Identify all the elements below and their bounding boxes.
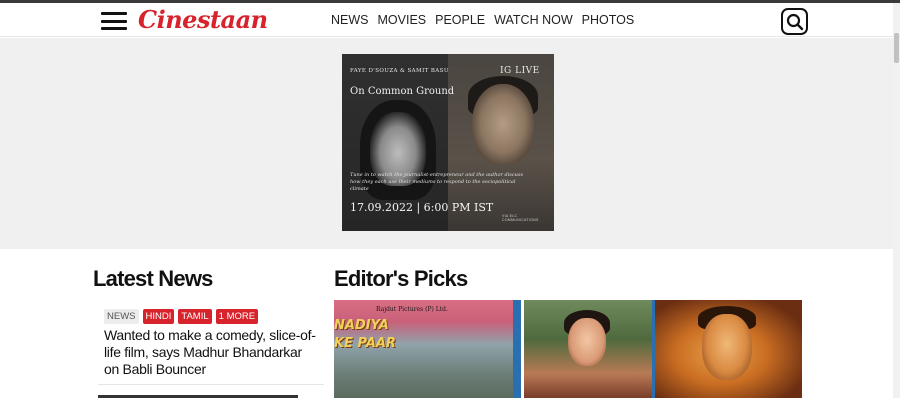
nav-item-photos[interactable]: PHOTOS	[582, 13, 635, 27]
poster-title-line2: KE PAAR	[334, 336, 396, 351]
poster-actress	[568, 318, 606, 366]
editors-pick-card[interactable]: Rajdut Pictures (P) Ltd. NADIYA KE PAAR	[334, 300, 521, 398]
portrait-man	[472, 84, 534, 164]
banner-date-time: 17.09.2022 | 6:00 PM IST	[350, 201, 494, 214]
latest-news-heading: Latest News	[93, 266, 213, 291]
tag-hindi[interactable]: HINDI	[142, 309, 175, 324]
poster-title-line1: NADIYA	[334, 318, 389, 333]
banner-title: On Common Ground	[350, 86, 455, 97]
divider	[98, 384, 324, 385]
nav-item-people[interactable]: PEOPLE	[435, 13, 485, 27]
menu-bar	[101, 27, 127, 30]
banner-description: Tune in to watch the journalist-entrepre…	[350, 172, 524, 192]
page-scrollbar[interactable]	[893, 3, 900, 398]
tag-tamil[interactable]: TAMIL	[178, 309, 212, 324]
editors-pick-card[interactable]	[524, 300, 802, 398]
banner-credit: VIA ELC COMMUNICATIONS	[502, 214, 539, 222]
card-border	[513, 300, 521, 398]
editors-picks-heading: Editor's Picks	[334, 266, 468, 291]
menu-bar	[101, 12, 127, 15]
main-nav: NEWS MOVIES PEOPLE WATCH NOW PHOTOS	[331, 13, 643, 27]
site-header: Cinestaan NEWS MOVIES PEOPLE WATCH NOW P…	[0, 3, 893, 37]
search-icon	[786, 13, 804, 31]
news-headline-link[interactable]: Wanted to make a comedy, slice-of-life f…	[104, 327, 319, 378]
tag-more[interactable]: 1 MORE	[215, 309, 259, 324]
menu-bar	[101, 19, 127, 23]
poster-actor	[702, 314, 752, 380]
tag-news[interactable]: NEWS	[104, 309, 139, 324]
nav-item-watch-now[interactable]: WATCH NOW	[494, 13, 572, 27]
nav-item-news[interactable]: NEWS	[331, 13, 369, 27]
news-tags: NEWS HINDI TAMIL 1 MORE	[104, 309, 259, 324]
scrollbar-thumb[interactable]	[894, 33, 899, 63]
poster-publisher: Rajdut Pictures (P) Ltd.	[376, 306, 448, 313]
promo-banner[interactable]: FAYE D'SOUZA & SAMIT BASU IG LIVE On Com…	[342, 54, 554, 231]
banner-names: FAYE D'SOUZA & SAMIT BASU	[350, 68, 449, 74]
site-logo[interactable]: Cinestaan	[138, 5, 268, 34]
hamburger-menu-icon[interactable]	[101, 12, 127, 30]
nav-item-movies[interactable]: MOVIES	[378, 13, 427, 27]
banner-badge: IG LIVE	[500, 66, 540, 76]
search-button[interactable]	[781, 8, 808, 35]
